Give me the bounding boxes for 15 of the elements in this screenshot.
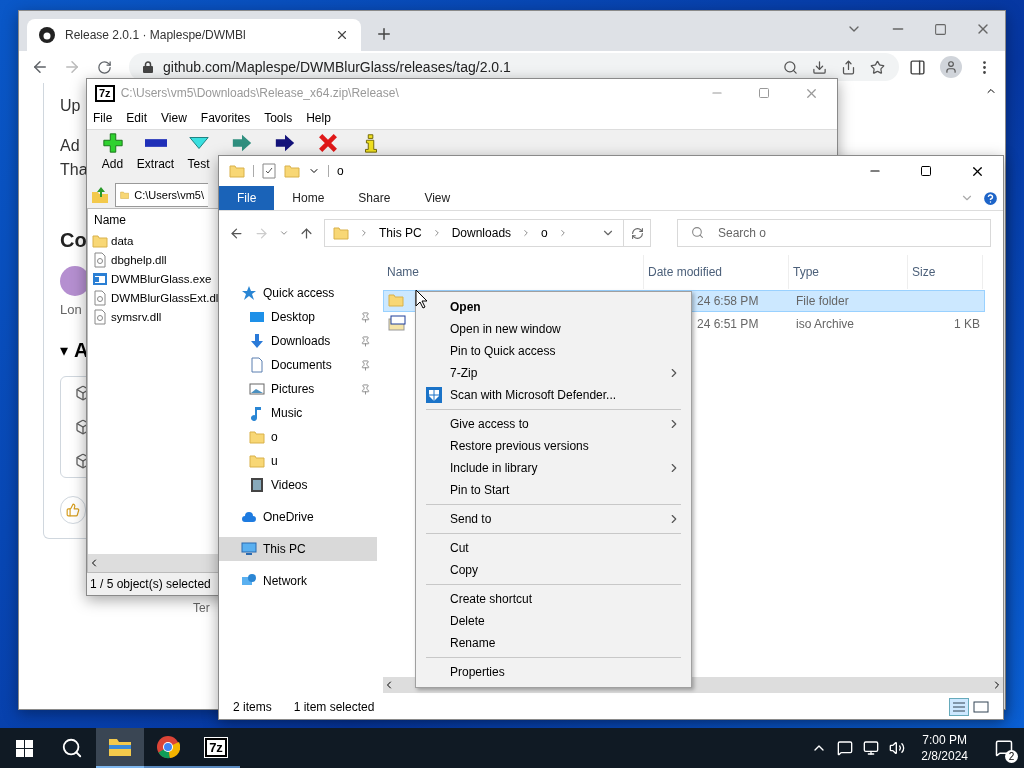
size-text: 1 KB xyxy=(954,317,980,331)
app-logo: 7z xyxy=(205,737,227,757)
section-heading: Co xyxy=(60,229,87,252)
status-text: 1 / 5 object(s) selected xyxy=(89,576,212,593)
status-text: 2 items xyxy=(233,700,272,714)
app-logo: 7z xyxy=(95,84,115,102)
date-text: 24 6:58 PM xyxy=(697,294,759,308)
page-text: Ad xyxy=(60,137,80,155)
count-badge: 2 xyxy=(1005,750,1018,763)
window-title: o xyxy=(337,164,344,178)
page-text: Lon xyxy=(60,302,82,317)
status-text: 1 item selected xyxy=(293,700,375,714)
date-text: 24 6:51 PM xyxy=(697,317,759,331)
page-text: Up xyxy=(60,97,81,115)
page-text: Tha xyxy=(60,161,88,179)
